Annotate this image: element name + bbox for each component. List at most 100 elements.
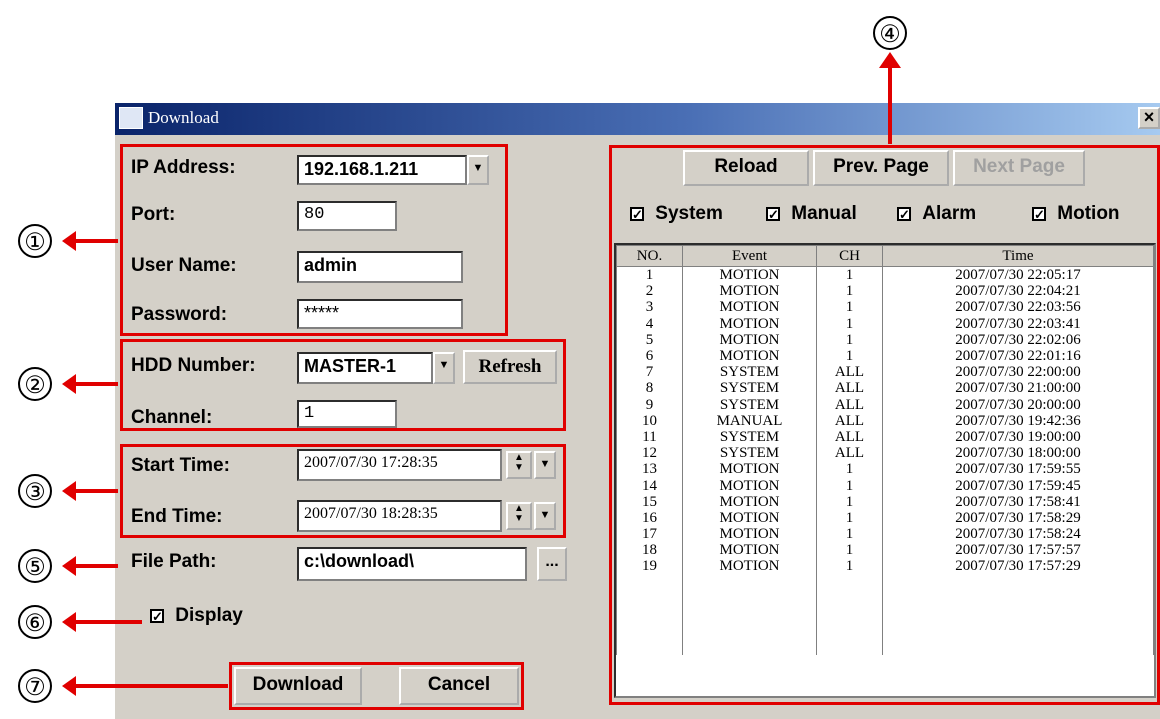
table-row[interactable]: 15 MOTION 1 2007/07/30 17:58:41 <box>616 493 1154 510</box>
cell-time: 2007/07/30 17:57:57 <box>882 542 1154 559</box>
cell-event: MOTION <box>682 266 817 284</box>
cell-event: MOTION <box>682 509 817 526</box>
filter-manual-label: Manual <box>791 203 857 224</box>
callout-4-arrow-icon <box>879 52 901 68</box>
table-row[interactable]: 17 MOTION 1 2007/07/30 17:58:24 <box>616 526 1154 543</box>
password-field[interactable]: ***** <box>297 299 463 329</box>
cell-no: 19 <box>616 558 683 575</box>
table-row[interactable]: 6 MOTION 1 2007/07/30 22:01:16 <box>616 347 1154 365</box>
cell-no: 4 <box>616 315 683 332</box>
table-row[interactable]: 12 SYSTEM ALL 2007/07/30 18:00:00 <box>616 445 1154 462</box>
cell-event: MOTION <box>682 283 817 300</box>
port-field[interactable]: 80 <box>297 201 397 231</box>
cell-ch: 1 <box>816 461 883 478</box>
cell-event: MOTION <box>682 299 817 316</box>
table-row[interactable]: 4 MOTION 1 2007/07/30 22:03:41 <box>616 315 1154 332</box>
cell-time: 2007/07/30 22:03:41 <box>882 315 1154 332</box>
table-row[interactable]: 16 MOTION 1 2007/07/30 17:58:29 <box>616 509 1154 526</box>
cell-ch: ALL <box>816 412 883 429</box>
table-row[interactable]: 5 MOTION 1 2007/07/30 22:02:06 <box>616 331 1154 348</box>
cell-ch: 1 <box>816 526 883 543</box>
start-time-dropdown-button[interactable]: ▼ <box>534 451 556 479</box>
column-header-no[interactable]: NO. <box>616 245 683 267</box>
cancel-button[interactable]: Cancel <box>399 667 519 705</box>
start-time-spinner[interactable]: ▲ ▼ <box>506 451 532 479</box>
event-list[interactable]: NO. Event CH Time 1 MOTION 1 2007/07/30 22:… <box>614 243 1156 698</box>
cell-event: MOTION <box>682 331 817 348</box>
cell-ch: ALL <box>816 364 883 381</box>
event-table: NO. Event CH Time 1 MOTION 1 2007/07/30 22:… <box>616 245 1154 655</box>
filter-alarm-label: Alarm <box>922 203 977 224</box>
file-path-field[interactable]: c:\download\ <box>297 547 527 581</box>
browse-button[interactable]: ... <box>537 547 567 581</box>
table-row[interactable]: 1 MOTION 1 2007/07/30 22:05:17 <box>616 266 1154 284</box>
table-row[interactable]: 11 SYSTEM ALL 2007/07/30 19:00:00 <box>616 428 1154 446</box>
hdd-number-select[interactable]: MASTER-1 <box>297 352 433 384</box>
window-title-bar[interactable] <box>115 103 1160 135</box>
end-time-spinner[interactable]: ▲ ▼ <box>506 502 532 530</box>
column-header-event[interactable]: Event <box>682 245 817 267</box>
table-row[interactable]: 14 MOTION 1 2007/07/30 17:59:45 <box>616 477 1154 494</box>
cell-event: MOTION <box>682 461 817 478</box>
table-row[interactable]: 3 MOTION 1 2007/07/30 22:03:56 <box>616 299 1154 316</box>
table-filler-row <box>616 574 1154 655</box>
table-row[interactable]: 19 MOTION 1 2007/07/30 17:57:29 <box>616 558 1154 575</box>
display-checkbox[interactable]: ✓ Display <box>150 605 243 627</box>
reload-button[interactable]: Reload <box>683 150 809 186</box>
end-time-field[interactable]: 2007/07/30 18:28:35 <box>297 500 502 532</box>
filter-system-checkbox[interactable]: ✓ System <box>630 203 723 225</box>
channel-field[interactable]: 1 <box>297 400 397 428</box>
cell-no: 16 <box>616 509 683 526</box>
end-time-dropdown-button[interactable]: ▼ <box>534 502 556 530</box>
cell-time: 2007/07/30 20:00:00 <box>882 396 1154 413</box>
table-row[interactable]: 2 MOTION 1 2007/07/30 22:04:21 <box>616 283 1154 300</box>
cell-ch: 1 <box>816 509 883 526</box>
cell-no: 11 <box>616 428 683 446</box>
column-header-ch[interactable]: CH <box>816 245 883 267</box>
cell-no: 17 <box>616 526 683 543</box>
cell-time: 2007/07/30 22:00:00 <box>882 364 1154 381</box>
close-icon[interactable]: × <box>1138 107 1160 129</box>
next-page-button[interactable]: Next Page <box>953 150 1085 186</box>
user-name-field[interactable]: admin <box>297 251 463 283</box>
refresh-button[interactable]: Refresh <box>463 350 557 384</box>
hdd-dropdown-button[interactable]: ▼ <box>433 352 455 384</box>
manual-check-icon[interactable]: ✓ <box>766 206 780 221</box>
filter-motion-checkbox[interactable]: ✓ Motion <box>1032 203 1120 225</box>
cell-no: 12 <box>616 445 683 462</box>
alarm-check-icon[interactable]: ✓ <box>897 206 911 221</box>
filter-alarm-checkbox[interactable]: ✓ Alarm <box>897 203 976 225</box>
table-row[interactable]: 10 MANUAL ALL 2007/07/30 19:42:36 <box>616 412 1154 429</box>
start-time-field[interactable]: 2007/07/30 17:28:35 <box>297 449 502 481</box>
cell-empty <box>682 574 817 655</box>
cell-no: 7 <box>616 364 683 381</box>
cell-time: 2007/07/30 22:01:16 <box>882 347 1154 365</box>
cell-ch: 1 <box>816 315 883 332</box>
cell-no: 13 <box>616 461 683 478</box>
ip-dropdown-button[interactable]: ▼ <box>467 155 489 185</box>
table-row[interactable]: 13 MOTION 1 2007/07/30 17:59:55 <box>616 461 1154 478</box>
filter-manual-checkbox[interactable]: ✓ Manual <box>766 203 857 225</box>
table-row[interactable]: 7 SYSTEM ALL 2007/07/30 22:00:00 <box>616 364 1154 381</box>
table-row[interactable]: 8 SYSTEM ALL 2007/07/30 21:00:00 <box>616 380 1154 397</box>
cell-ch: ALL <box>816 380 883 397</box>
motion-check-icon[interactable]: ✓ <box>1032 206 1046 221</box>
cell-no: 14 <box>616 477 683 494</box>
cell-time: 2007/07/30 17:59:55 <box>882 461 1154 478</box>
display-check-icon[interactable]: ✓ <box>150 608 164 623</box>
cell-event: SYSTEM <box>682 428 817 446</box>
cell-no: 15 <box>616 493 683 510</box>
ip-address-field[interactable]: 192.168.1.211 <box>297 155 467 185</box>
prev-page-button[interactable]: Prev. Page <box>813 150 949 186</box>
port-label: Port: <box>131 204 176 225</box>
table-row[interactable]: 9 SYSTEM ALL 2007/07/30 20:00:00 <box>616 396 1154 413</box>
cell-time: 2007/07/30 22:04:21 <box>882 283 1154 300</box>
cell-ch: ALL <box>816 428 883 446</box>
callout-6: ⑥ <box>18 605 52 639</box>
system-check-icon[interactable]: ✓ <box>630 206 644 221</box>
app-icon <box>119 107 143 129</box>
column-header-time[interactable]: Time <box>882 245 1154 267</box>
download-button[interactable]: Download <box>234 667 362 705</box>
hdd-number-label: HDD Number: <box>131 355 256 376</box>
table-row[interactable]: 18 MOTION 1 2007/07/30 17:57:57 <box>616 542 1154 559</box>
